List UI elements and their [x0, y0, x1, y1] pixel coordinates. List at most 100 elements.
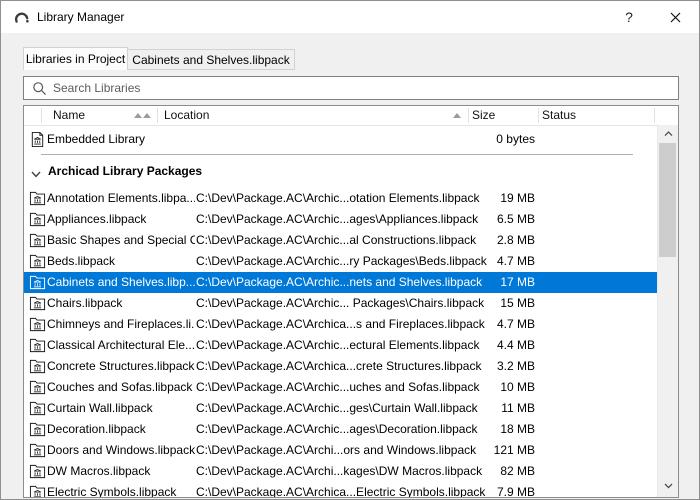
libpack-icon	[29, 337, 46, 354]
row-size-cell: 3.2 MB	[454, 356, 535, 377]
row-location-cell: C:\Dev\Package.AC\Archic...ry Packages\B…	[196, 251, 487, 272]
row-name-cell: Electric Symbols.libpack	[47, 482, 195, 497]
row-name-cell: Annotation Elements.libpa...	[47, 188, 195, 209]
title-bar[interactable]: Library Manager ?	[1, 1, 699, 33]
libpack-icon	[29, 379, 46, 396]
embedded-library-size: 0 bytes	[454, 129, 535, 150]
row-size-cell: 2.8 MB	[454, 230, 535, 251]
column-header-status[interactable]: Status	[542, 106, 576, 125]
row-size-cell: 4.7 MB	[454, 251, 535, 272]
row-name-cell: Doors and Windows.libpack	[47, 440, 195, 461]
row-size-cell: 4.7 MB	[454, 314, 535, 335]
row-name-cell: Chairs.libpack	[47, 293, 195, 314]
close-icon	[670, 12, 681, 23]
row-size-cell: 10 MB	[454, 377, 535, 398]
library-rows: Annotation Elements.libpa... C:\Dev\Pack…	[24, 188, 657, 497]
list-body: Embedded Library 0 bytes Archicad Librar…	[24, 126, 657, 497]
row-location-cell: C:\Dev\Package.AC\Archic...ages\Decorati…	[196, 419, 477, 440]
table-row[interactable]: Concrete Structures.libpack C:\Dev\Packa…	[24, 356, 657, 377]
table-row[interactable]: Decoration.libpack C:\Dev\Package.AC\Arc…	[24, 419, 657, 440]
libpack-icon	[29, 274, 46, 291]
row-location-cell: C:\Dev\Package.AC\Archic... Packages\Cha…	[196, 293, 484, 314]
scroll-down-button[interactable]	[658, 477, 678, 494]
help-button[interactable]: ?	[606, 1, 652, 33]
row-size-cell: 11 MB	[454, 398, 535, 419]
libpack-icon	[29, 400, 46, 417]
row-size-cell: 7.9 MB	[454, 482, 535, 497]
row-size-cell: 18 MB	[454, 419, 535, 440]
row-location-cell: C:\Dev\Package.AC\Archica...crete Struct…	[196, 356, 481, 377]
group-separator	[41, 154, 633, 155]
table-row[interactable]: Cabinets and Shelves.libp... C:\Dev\Pack…	[24, 272, 657, 293]
row-location-cell: C:\Dev\Package.AC\Archic...ges\Curtain W…	[196, 398, 478, 419]
row-location-cell: C:\Dev\Package.AC\Archi...ors and Window…	[196, 440, 476, 461]
close-button[interactable]	[652, 1, 698, 33]
table-row[interactable]: Appliances.libpack C:\Dev\Package.AC\Arc…	[24, 209, 657, 230]
row-name-cell: Concrete Structures.libpack	[47, 356, 195, 377]
row-name-cell: Chimneys and Fireplaces.li...	[47, 314, 195, 335]
libpack-icon	[29, 316, 46, 333]
row-size-cell: 15 MB	[454, 293, 535, 314]
table-row[interactable]: Electric Symbols.libpack C:\Dev\Package.…	[24, 482, 657, 497]
table-row[interactable]: Chimneys and Fireplaces.li... C:\Dev\Pac…	[24, 314, 657, 335]
embedded-library-row[interactable]: Embedded Library 0 bytes	[24, 129, 657, 150]
table-row[interactable]: Annotation Elements.libpa... C:\Dev\Pack…	[24, 188, 657, 209]
window-title: Library Manager	[37, 1, 124, 33]
libpack-icon	[29, 463, 46, 480]
column-separator	[538, 108, 539, 123]
scrollbar-thumb[interactable]	[659, 143, 676, 257]
group-header-archicad-library-packages[interactable]: Archicad Library Packages	[24, 159, 657, 183]
tab-libraries-in-project[interactable]: Libraries in Project	[23, 47, 128, 70]
column-separator	[654, 108, 655, 123]
libpack-icon	[29, 358, 46, 375]
group-label: Archicad Library Packages	[48, 159, 202, 183]
libpack-icon	[29, 190, 46, 207]
row-size-cell: 82 MB	[454, 461, 535, 482]
sort-ascending-icon	[453, 113, 461, 118]
row-name-cell: Classical Architectural Ele...	[47, 335, 195, 356]
row-name-cell: Decoration.libpack	[47, 419, 195, 440]
row-size-cell: 121 MB	[454, 440, 535, 461]
tab-cabinets-and-shelves[interactable]: Cabinets and Shelves.libpack	[127, 49, 295, 70]
libpack-icon	[29, 211, 46, 228]
column-separator	[41, 108, 42, 123]
sort-ascending-icon	[143, 113, 151, 118]
row-size-cell: 17 MB	[454, 272, 535, 293]
library-list: Name Location Size Status	[23, 105, 679, 498]
row-location-cell: C:\Dev\Package.AC\Archic...ages\Applianc…	[196, 209, 478, 230]
row-location-cell: C:\Dev\Package.AC\Archic...otation Eleme…	[196, 188, 479, 209]
column-header-size[interactable]: Size	[472, 106, 495, 125]
chevron-down-icon	[31, 167, 41, 181]
table-row[interactable]: Basic Shapes and Special C... C:\Dev\Pac…	[24, 230, 657, 251]
row-name-cell: Basic Shapes and Special C...	[47, 230, 195, 251]
libpack-icon	[29, 442, 46, 459]
row-name-cell: Appliances.libpack	[47, 209, 195, 230]
table-row[interactable]: Curtain Wall.libpack C:\Dev\Package.AC\A…	[24, 398, 657, 419]
row-name-cell: Beds.libpack	[47, 251, 195, 272]
table-row[interactable]: DW Macros.libpack C:\Dev\Package.AC\Arch…	[24, 461, 657, 482]
list-header: Name Location Size Status	[24, 106, 678, 126]
scroll-up-button[interactable]	[658, 125, 678, 142]
search-input[interactable]	[24, 77, 678, 99]
embedded-library-icon	[29, 131, 46, 148]
row-name-cell: Curtain Wall.libpack	[47, 398, 195, 419]
table-row[interactable]: Doors and Windows.libpack C:\Dev\Package…	[24, 440, 657, 461]
table-row[interactable]: Classical Architectural Ele... C:\Dev\Pa…	[24, 335, 657, 356]
table-row[interactable]: Beds.libpack C:\Dev\Package.AC\Archic...…	[24, 251, 657, 272]
column-header-location[interactable]: Location	[164, 106, 209, 125]
row-location-cell: C:\Dev\Package.AC\Archic...ectural Eleme…	[196, 335, 479, 356]
row-size-cell: 6.5 MB	[454, 209, 535, 230]
sort-ascending-icon	[134, 113, 142, 118]
row-location-cell: C:\Dev\Package.AC\Archic...uches and Sof…	[196, 377, 479, 398]
column-header-name[interactable]: Name	[53, 106, 85, 125]
libpack-icon	[29, 484, 46, 497]
row-size-cell: 4.4 MB	[454, 335, 535, 356]
libpack-icon	[29, 421, 46, 438]
table-row[interactable]: Couches and Sofas.libpack C:\Dev\Package…	[24, 377, 657, 398]
table-row[interactable]: Chairs.libpack C:\Dev\Package.AC\Archic.…	[24, 293, 657, 314]
row-location-cell: C:\Dev\Package.AC\Archi...kages\DW Macro…	[196, 461, 482, 482]
vertical-scrollbar[interactable]	[657, 125, 678, 497]
libpack-icon	[29, 295, 46, 312]
library-manager-dialog: Library Manager ? Libraries in Project C…	[0, 0, 700, 500]
row-name-cell: Couches and Sofas.libpack	[47, 377, 195, 398]
